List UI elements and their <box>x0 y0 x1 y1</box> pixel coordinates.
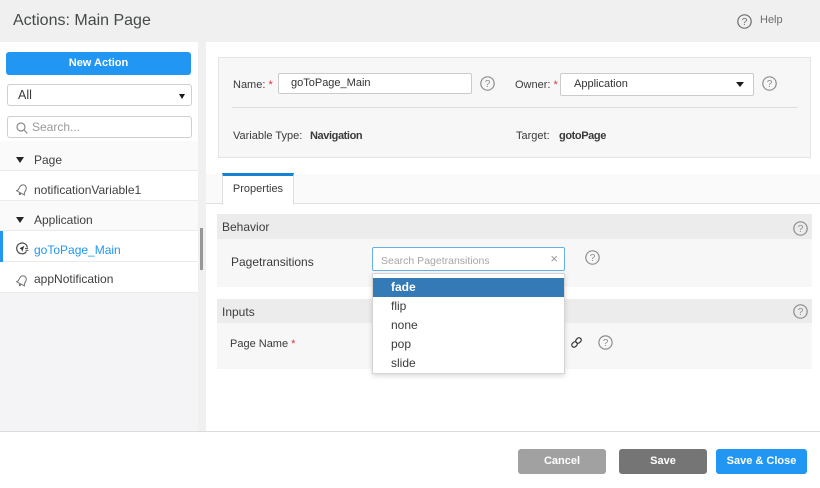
svg-text:?: ? <box>485 79 491 90</box>
svg-text:?: ? <box>798 307 804 318</box>
svg-text:?: ? <box>798 224 804 235</box>
svg-text:?: ? <box>603 338 609 349</box>
svg-text:?: ? <box>767 79 773 90</box>
svg-text:?: ? <box>742 17 748 28</box>
svg-text:?: ? <box>590 253 596 264</box>
